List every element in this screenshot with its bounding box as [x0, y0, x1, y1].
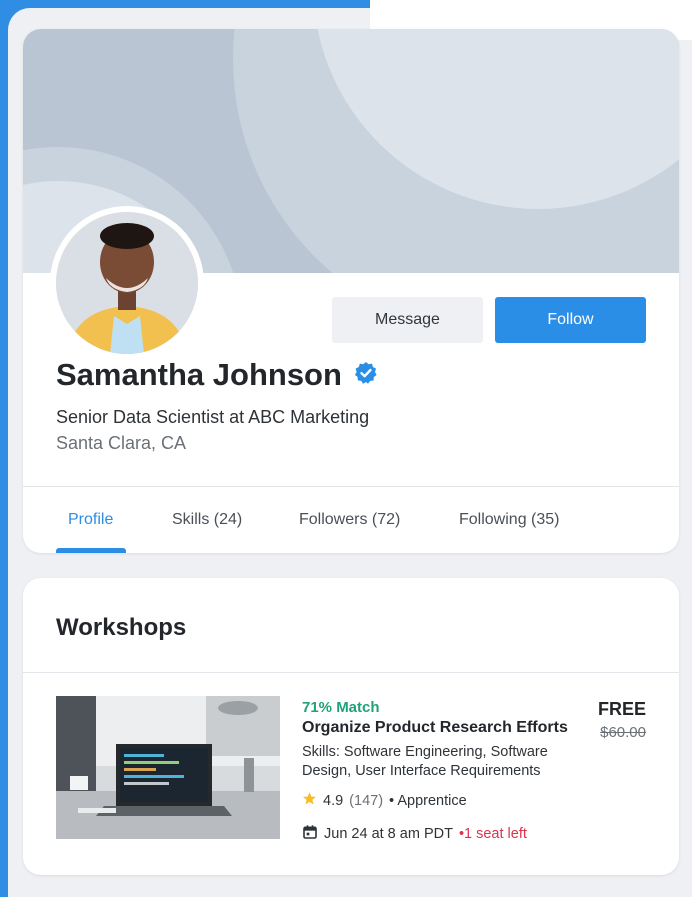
verified-check-icon	[354, 357, 378, 393]
profile-title: Senior Data Scientist at ABC Marketing	[56, 407, 370, 427]
divider	[23, 672, 679, 673]
tab-followers[interactable]: Followers (72)	[299, 511, 400, 529]
workshop-price: FREE	[597, 699, 646, 719]
avatar[interactable]	[56, 212, 198, 354]
seats-left: •1 seat left	[458, 826, 527, 842]
calendar-icon	[302, 824, 318, 844]
rating-value: 4.9	[323, 792, 344, 809]
workshop-title[interactable]: Organize Product Research Efforts	[302, 719, 568, 737]
profile-card: Message Follow Samantha Johnson Senior D…	[23, 29, 679, 553]
workshops-heading: Workshops	[56, 614, 187, 641]
tab-skills[interactable]: Skills (24)	[172, 511, 242, 529]
message-button[interactable]: Message	[332, 297, 483, 343]
workshop-rating: 4.9 (147) • Apprentice	[302, 791, 467, 810]
workshop-thumbnail[interactable]	[56, 696, 280, 839]
profile-location: Santa Clara, CA	[56, 433, 187, 453]
follow-button[interactable]: Follow	[495, 297, 646, 343]
date-text: Jun 24 at 8 am PDT	[324, 826, 453, 842]
tab-profile[interactable]: Profile	[68, 511, 113, 529]
active-tab-indicator	[56, 548, 126, 553]
tab-following[interactable]: Following (35)	[459, 511, 559, 529]
avatar-frame	[50, 206, 204, 360]
review-count: (147)	[349, 792, 384, 809]
match-percentage: 71% Match	[302, 699, 380, 716]
profile-name: Samantha Johnson	[56, 357, 342, 392]
profile-name-row: Samantha Johnson	[56, 357, 378, 393]
workshop-old-price: $60.00	[600, 724, 646, 741]
workshops-card: Workshops 71% Match Organize Product Res…	[23, 578, 679, 875]
star-icon	[302, 791, 317, 810]
workshop-date: Jun 24 at 8 am PDT •1 seat left	[302, 824, 527, 844]
workshop-level: • Apprentice	[389, 792, 467, 809]
profile-tabs: Profile Skills (24) Followers (72) Follo…	[23, 487, 679, 553]
workshop-skills: Skills: Software Engineering, Software D…	[302, 744, 548, 779]
